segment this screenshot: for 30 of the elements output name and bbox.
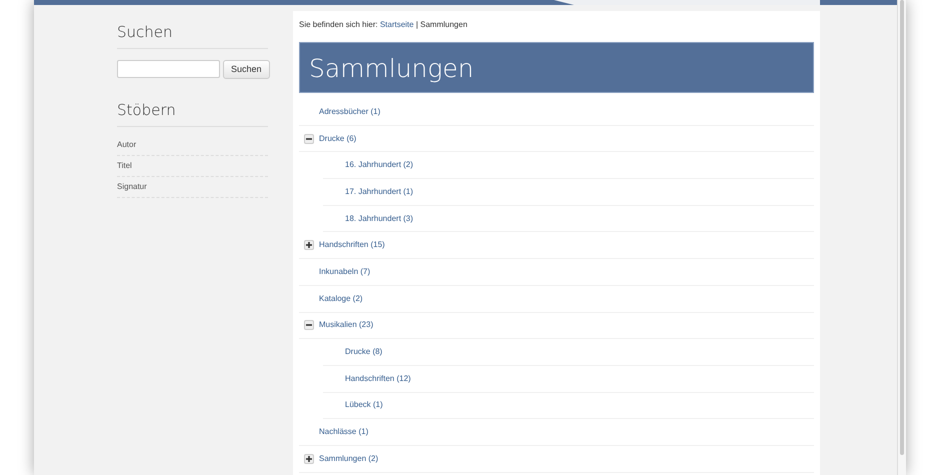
- sidebar-heading: Stöbern: [117, 101, 268, 127]
- search-button[interactable]: Suchen: [223, 60, 270, 79]
- browse-link[interactable]: Autor: [117, 135, 268, 156]
- tree-link[interactable]: Drucke (8): [345, 346, 382, 358]
- tree-link[interactable]: 18. Jahrhundert (3): [345, 212, 414, 225]
- search-field[interactable]: [117, 60, 220, 78]
- collapse-icon[interactable]: [304, 134, 314, 144]
- expand-icon[interactable]: [304, 240, 314, 250]
- tree-link[interactable]: Lübeck (1): [345, 399, 383, 412]
- breadcrumb: Sie befinden sich hier: Startseite | Sammlungen: [299, 20, 468, 30]
- tree-link[interactable]: Musikalien (23): [319, 319, 374, 332]
- browse-link[interactable]: Titel: [117, 156, 268, 177]
- breadcrumb-link[interactable]: Startseite: [380, 20, 414, 29]
- tree-link[interactable]: Adressbücher (1): [319, 106, 380, 118]
- expand-icon[interactable]: [304, 454, 314, 464]
- tree-link[interactable]: 16. Jahrhundert (2): [345, 159, 414, 172]
- tree-link[interactable]: Nachlässe (1): [319, 426, 368, 438]
- sidebar-heading: Suchen: [117, 23, 268, 49]
- tree-link[interactable]: Drucke (6): [319, 132, 356, 145]
- tree-link[interactable]: Handschriften (15): [319, 239, 385, 252]
- browse-link[interactable]: Signatur: [117, 177, 268, 198]
- tree-link[interactable]: Handschriften (12): [345, 372, 411, 385]
- collapse-icon[interactable]: [304, 320, 314, 330]
- tree-link[interactable]: Sammlungen (2): [319, 452, 378, 465]
- tree-link[interactable]: 17. Jahrhundert (1): [345, 186, 414, 198]
- scrollbar-thumb[interactable]: [900, 0, 904, 455]
- page-title: Sammlungen: [299, 42, 814, 93]
- scrollbar[interactable]: [897, 0, 906, 475]
- tree-link[interactable]: Inkunabeln (7): [319, 266, 370, 278]
- tree-link[interactable]: Kataloge (2): [319, 292, 363, 305]
